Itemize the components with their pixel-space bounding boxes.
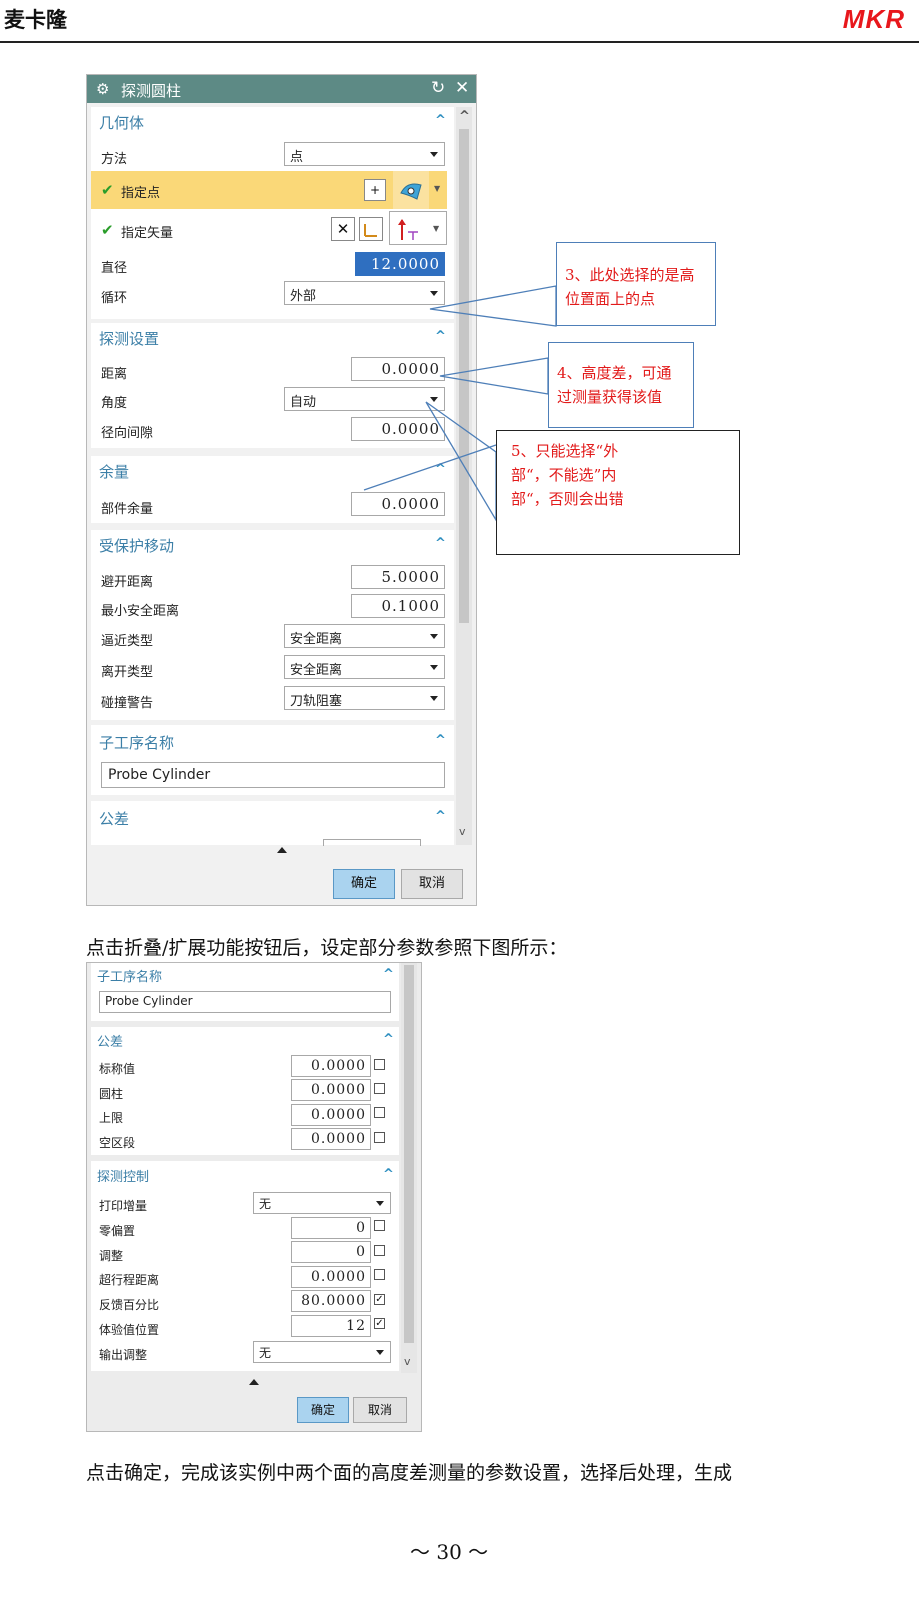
chevron-down-icon [376, 1350, 384, 1355]
chevron-down-icon [376, 1201, 384, 1206]
experience-pos-value: 12 [346, 1318, 366, 1334]
sub-op-name-value-2: Probe Cylinder [105, 994, 193, 1008]
callout-3: 3、此处选择的是高位置面上的点 [556, 242, 716, 326]
dead-zone-value: 0.0000 [311, 1131, 366, 1147]
nominal-value: 0.0000 [311, 1058, 366, 1074]
sub-op-name-input-2[interactable]: Probe Cylinder [99, 991, 391, 1013]
scrollbar-thumb[interactable] [404, 965, 414, 1343]
collapse-chevron-icon[interactable]: ^ [383, 967, 394, 982]
feedback-label: 反馈百分比 [99, 1298, 160, 1312]
callout-5: 5、只能选择“外部“，不能选”内部“，否则会出错 [496, 430, 740, 555]
cancel-button-2[interactable]: 取消 [353, 1397, 407, 1423]
cylinder-value: 0.0000 [311, 1082, 366, 1098]
cylinder-checkbox[interactable] [374, 1083, 385, 1094]
page-number: ～ 30 ～ [410, 1540, 489, 1564]
experience-pos-field[interactable]: 12 [291, 1315, 371, 1337]
ok-button-2[interactable]: 确定 [297, 1397, 349, 1423]
collapse-toggle-icon[interactable] [249, 1379, 259, 1385]
dead-zone-field[interactable]: 0.0000 [291, 1128, 371, 1150]
feedback-checkbox[interactable]: ✓ [374, 1294, 385, 1305]
ok-label-2: 确定 [310, 1403, 335, 1417]
cylinder-field[interactable]: 0.0000 [291, 1079, 371, 1101]
dead-zone-label: 空区段 [99, 1136, 136, 1150]
adjust-checkbox[interactable] [374, 1245, 385, 1256]
sub-op-section-2: 子工序名称 ^ Probe Cylinder [91, 963, 399, 1021]
adjust-value: 0 [356, 1244, 366, 1260]
output-adj-value: 无 [259, 1346, 272, 1360]
output-adj-label: 输出调整 [99, 1348, 148, 1362]
callout-5-text: 5、只能选择“外部“，不能选”内部“，否则会出错 [511, 442, 624, 508]
probe-control-dialog: v 子工序名称 ^ Probe Cylinder 公差 ^ 标称值 0.0000… [86, 962, 422, 1432]
overtravel-value: 0.0000 [311, 1269, 366, 1285]
upper-field[interactable]: 0.0000 [291, 1104, 371, 1126]
callout-3-text: 3、此处选择的是高位置面上的点 [565, 266, 695, 308]
scroll-down-icon[interactable]: v [404, 1355, 411, 1368]
experience-pos-label: 体验值位置 [99, 1323, 160, 1337]
callout-4-text: 4、高度差，可通过测量获得该值 [557, 364, 672, 406]
tolerance-section-2: 公差 ^ 标称值 0.0000 圆柱 0.0000 上限 0.0000 空区段 … [91, 1027, 399, 1155]
zero-offset-label: 零偏置 [99, 1224, 136, 1238]
callout-4: 4、高度差，可通过测量获得该值 [548, 342, 694, 428]
upper-value: 0.0000 [311, 1107, 366, 1123]
zero-offset-field[interactable]: 0 [291, 1217, 371, 1239]
upper-checkbox[interactable] [374, 1107, 385, 1118]
probe-control-heading: 探测控制 [97, 1170, 150, 1185]
checkmark-icon: ✓ [375, 1318, 384, 1329]
cylinder-label: 圆柱 [99, 1087, 124, 1101]
dead-zone-checkbox[interactable] [374, 1132, 385, 1143]
output-adj-dropdown[interactable]: 无 [253, 1341, 391, 1363]
feedback-field[interactable]: 80.0000 [291, 1290, 371, 1312]
overtravel-checkbox[interactable] [374, 1269, 385, 1280]
nominal-checkbox[interactable] [374, 1059, 385, 1070]
cancel-label-2: 取消 [367, 1403, 392, 1417]
print-inc-value: 无 [259, 1197, 272, 1211]
sub-op-heading-2: 子工序名称 [97, 970, 163, 985]
probe-control-section: 探测控制 ^ 打印增量 无 零偏置 0 调整 0 超行程距离 0.0000 反馈… [91, 1161, 399, 1371]
scrollbar[interactable]: v [401, 963, 417, 1373]
feedback-value: 80.0000 [301, 1293, 366, 1309]
paragraph-2: 点击确定，完成该实例中两个面的高度差测量的参数设置，选择后处理，生成 [86, 1462, 733, 1484]
print-inc-label: 打印增量 [99, 1199, 148, 1213]
collapse-chevron-icon[interactable]: ^ [383, 1032, 394, 1047]
adjust-label: 调整 [99, 1249, 124, 1263]
print-inc-dropdown[interactable]: 无 [253, 1192, 391, 1214]
paragraph-1: 点击折叠/扩展功能按钮后，设定部分参数参照下图所示： [86, 937, 568, 959]
nominal-label: 标称值 [99, 1062, 136, 1076]
overtravel-field[interactable]: 0.0000 [291, 1266, 371, 1288]
overtravel-label: 超行程距离 [99, 1273, 160, 1287]
experience-pos-checkbox[interactable]: ✓ [374, 1318, 385, 1329]
upper-label: 上限 [99, 1111, 124, 1125]
zero-offset-value: 0 [356, 1220, 366, 1236]
tolerance-heading-2: 公差 [97, 1035, 124, 1050]
adjust-field[interactable]: 0 [291, 1241, 371, 1263]
collapse-chevron-icon[interactable]: ^ [383, 1167, 394, 1182]
checkmark-icon: ✓ [375, 1294, 384, 1305]
zero-offset-checkbox[interactable] [374, 1220, 385, 1231]
nominal-field[interactable]: 0.0000 [291, 1055, 371, 1077]
